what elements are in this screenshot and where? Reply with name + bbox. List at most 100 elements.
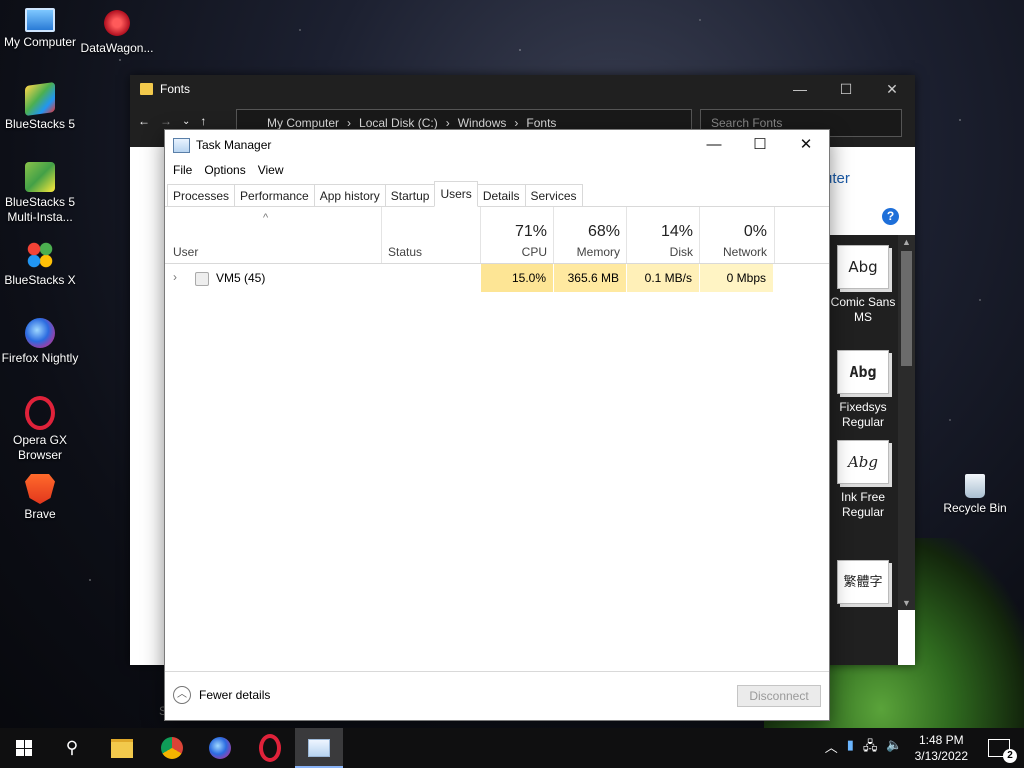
breadcrumb-item[interactable]: Fonts [526, 116, 556, 130]
desktop-icon-label: Firefox Nightly [1, 351, 79, 365]
desktop-icon-bluestacks-5[interactable]: BlueStacks 5 [0, 81, 80, 132]
show-hidden-icons-chevron-icon[interactable]: ︿ [825, 737, 838, 759]
minimize-button[interactable]: — [777, 81, 823, 98]
disconnect-button[interactable]: Disconnect [737, 685, 821, 707]
tab-users[interactable]: Users [434, 181, 478, 207]
breadcrumb-item[interactable]: Local Disk (C:) [359, 116, 438, 130]
search-button[interactable]: ⚲ [48, 728, 96, 768]
column-header-disk[interactable]: 14% Disk [626, 207, 700, 263]
start-button[interactable] [0, 728, 48, 768]
fewer-details-label: Fewer details [199, 688, 271, 702]
table-row[interactable]: › VM5 (45) 15.0% 365.6 MB 0.1 MB/s 0 Mbp… [165, 264, 829, 292]
task-manager-window[interactable]: Task Manager — ☐ ✕ File Options View Pro… [164, 129, 830, 721]
column-header-network[interactable]: 0% Network [699, 207, 775, 263]
search-icon: ⚲ [65, 738, 79, 757]
brave-icon [25, 474, 55, 504]
opera-gx-icon [25, 396, 55, 430]
notification-count-badge: 2 [1003, 749, 1017, 763]
maximize-button[interactable]: ☐ [823, 81, 869, 98]
chrome-icon [161, 737, 183, 759]
maximize-button[interactable]: ☐ [737, 130, 783, 160]
minimize-button[interactable]: — [691, 130, 737, 160]
taskbar-task-manager[interactable] [295, 728, 343, 768]
taskbar-firefox-nightly[interactable] [196, 728, 244, 768]
user-icon [195, 272, 209, 286]
tab-services[interactable]: Services [524, 184, 583, 206]
clock-time: 1:48 PM [918, 733, 964, 747]
fewer-details-button[interactable]: ︿ Fewer details [173, 686, 270, 704]
desktop-icon-datawagon[interactable]: DataWagon... [77, 8, 157, 56]
sort-ascending-icon: ^ [263, 212, 269, 224]
notification-center-button[interactable]: 2 [988, 739, 1017, 763]
tab-details[interactable]: Details [476, 184, 526, 206]
taskbar-opera-gx[interactable] [246, 728, 294, 768]
cpu-total-percent: 71% [514, 223, 547, 240]
column-header-user[interactable]: User [173, 245, 198, 259]
column-header-status[interactable]: Status [381, 207, 482, 263]
desktop-icon-label: DataWagon... [80, 41, 154, 55]
volume-icon[interactable]: 🔈 [886, 737, 902, 759]
close-button[interactable]: ✕ [869, 81, 915, 98]
font-tile-cjk[interactable]: 繁體字 [828, 560, 898, 610]
font-tile-label: Ink Free Regular [840, 490, 885, 519]
menu-view[interactable]: View [252, 163, 290, 177]
desktop-icon-label: BlueStacks X [4, 273, 76, 287]
user-name: VM5 (45) [216, 271, 266, 285]
folder-icon [111, 738, 133, 758]
desktop-icon-firefox-nightly[interactable]: Firefox Nightly [0, 318, 80, 366]
desktop-icon-my-computer[interactable]: My Computer [0, 8, 80, 50]
close-button[interactable]: ✕ [783, 130, 829, 160]
desktop-icon-opera-gx[interactable]: Opera GX Browser [0, 396, 80, 463]
taskbar-chrome[interactable] [148, 728, 196, 768]
menu-file[interactable]: File [167, 163, 198, 177]
font-preview-sample: Abg [837, 245, 889, 289]
opera-gx-icon [259, 734, 281, 762]
desktop-icon-label: Recycle Bin [943, 501, 1007, 515]
clock[interactable]: 1:48 PM 3/13/2022 [915, 732, 968, 764]
column-header-memory[interactable]: 68% Memory [553, 207, 627, 263]
scroll-down-icon[interactable]: ▼ [898, 598, 915, 608]
network-total-percent: 0% [743, 223, 767, 240]
network-icon[interactable]: 🖧 [863, 737, 878, 759]
help-icon[interactable]: ? [882, 208, 899, 225]
task-manager-titlebar[interactable]: Task Manager — ☐ ✕ [165, 130, 829, 160]
fonts-window-title: Fonts [160, 82, 191, 96]
back-arrow-icon[interactable]: ← [138, 114, 150, 128]
taskbar-file-explorer[interactable] [98, 728, 146, 768]
memory-cell: 365.6 MB [553, 264, 626, 292]
storage-device-icon[interactable]: ▮ [847, 737, 854, 759]
scroll-up-icon[interactable]: ▲ [898, 237, 915, 247]
font-tile-fixedsys[interactable]: Abg Fixedsys Regular [828, 350, 898, 430]
system-tray: ︿ ▮ 🖧 🔈 1:48 PM 3/13/2022 2 [825, 728, 1024, 768]
breadcrumb-separator-icon: › [347, 116, 352, 130]
desktop-icon-bluestacks-x[interactable]: BlueStacks X [0, 240, 80, 288]
desktop-icon-recycle-bin[interactable]: Recycle Bin [935, 474, 1015, 516]
bluestacks-multi-icon [25, 162, 55, 192]
font-tile-label: Comic Sans MS [830, 295, 896, 324]
tab-startup[interactable]: Startup [384, 184, 436, 206]
fonts-window-titlebar[interactable]: Fonts — ☐ ✕ [130, 75, 915, 103]
tab-app-history[interactable]: App history [313, 184, 386, 206]
desktop-icon-bluestacks-multi[interactable]: BlueStacks 5 Multi-Insta... [0, 162, 80, 225]
menu-options[interactable]: Options [198, 163, 251, 177]
forward-arrow-icon[interactable]: → [160, 114, 172, 128]
font-tile-comic-sans[interactable]: Abg Comic Sans MS [828, 245, 898, 325]
desktop-icon-brave[interactable]: Brave [0, 474, 80, 522]
breadcrumb-item[interactable]: My Computer [267, 116, 339, 130]
expand-chevron-icon[interactable]: › [173, 270, 177, 284]
tab-performance[interactable]: Performance [234, 184, 315, 206]
font-tile-ink-free[interactable]: Abg Ink Free Regular [828, 440, 898, 520]
up-arrow-icon[interactable]: ↑ [200, 114, 206, 128]
breadcrumb-item[interactable]: Windows [458, 116, 507, 130]
scrollbar-thumb[interactable] [901, 251, 912, 366]
font-tiles-grid: Abg Comic Sans MS Abg Fixedsys Regular A… [828, 235, 898, 665]
tab-processes[interactable]: Processes [167, 184, 236, 206]
memory-total-percent: 68% [587, 223, 620, 240]
clock-date: 3/13/2022 [914, 749, 968, 763]
firefox-nightly-icon [209, 737, 231, 759]
fonts-scrollbar[interactable]: ▲ ▼ [898, 235, 915, 610]
column-header-cpu[interactable]: 71% CPU [480, 207, 554, 263]
desktop-icon-label: Brave [24, 507, 56, 521]
recent-chevron-icon[interactable]: ⌄ [182, 116, 190, 127]
folder-icon [140, 83, 153, 95]
